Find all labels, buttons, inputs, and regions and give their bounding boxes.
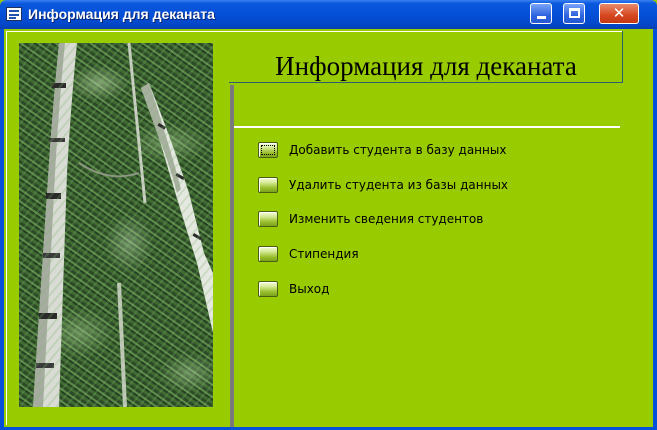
vertical-separator bbox=[230, 85, 234, 427]
window-title: Информация для деканата bbox=[28, 6, 215, 22]
edit-students-button[interactable] bbox=[258, 211, 278, 227]
close-button[interactable]: ✕ bbox=[599, 3, 639, 24]
form-app-icon[interactable] bbox=[6, 7, 22, 21]
window-titlebar[interactable]: Информация для деканата ✕ bbox=[0, 0, 657, 29]
add-student-button[interactable] bbox=[258, 142, 278, 158]
header-border-right bbox=[622, 31, 623, 83]
add-student-label[interactable]: Добавить студента в базу данных bbox=[289, 143, 506, 157]
menu-item-delete-student[interactable]: Удалить студента из базы данных bbox=[258, 175, 508, 195]
form-heading: Информация для деканата bbox=[275, 51, 577, 81]
menu-item-scholarship[interactable]: Стипендия bbox=[258, 244, 359, 264]
close-icon: ✕ bbox=[612, 4, 626, 22]
edit-students-label[interactable]: Изменить сведения студентов bbox=[289, 212, 483, 226]
delete-student-button[interactable] bbox=[258, 177, 278, 193]
maximize-button[interactable] bbox=[563, 3, 585, 24]
minimize-icon bbox=[537, 16, 546, 19]
form-border-left bbox=[6, 31, 7, 425]
minimize-button[interactable] bbox=[530, 3, 552, 24]
form-client-area: Информация для деканата Добавить студент… bbox=[4, 29, 653, 427]
delete-student-label[interactable]: Удалить студента из базы данных bbox=[289, 178, 508, 192]
menu-item-edit-students[interactable]: Изменить сведения студентов bbox=[258, 209, 483, 229]
menu-item-add-student[interactable]: Добавить студента в базу данных bbox=[258, 140, 506, 160]
form-border-top bbox=[6, 31, 623, 32]
header-border-bottom bbox=[229, 82, 623, 83]
horizontal-separator bbox=[234, 126, 620, 128]
scholarship-button[interactable] bbox=[258, 246, 278, 262]
menu-item-exit[interactable]: Выход bbox=[258, 279, 329, 299]
exit-button[interactable] bbox=[258, 281, 278, 297]
birch-trees-image bbox=[19, 43, 213, 407]
exit-label[interactable]: Выход bbox=[289, 282, 329, 296]
maximize-icon bbox=[569, 8, 580, 18]
scholarship-label[interactable]: Стипендия bbox=[289, 247, 359, 261]
window-frame-right bbox=[653, 29, 657, 430]
